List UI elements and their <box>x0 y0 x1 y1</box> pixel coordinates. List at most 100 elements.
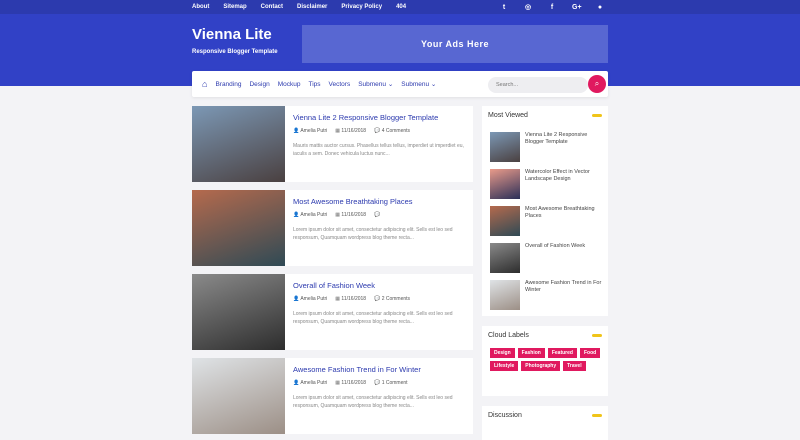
post-author[interactable]: Amelia Putri <box>300 380 327 386</box>
post-meta: 👤 Amelia Putri ▦ 11/16/2018 💬 1 Comment <box>293 380 408 386</box>
label-design[interactable]: Design <box>490 348 515 358</box>
main-menu: ⌂ Branding Design Mockup Tips Vectors Su… <box>202 71 436 97</box>
post-author[interactable]: Amelia Putri <box>300 296 327 302</box>
popular-post-title[interactable]: Awesome Fashion Trend in For Winter <box>525 280 603 310</box>
google-plus-icon[interactable]: G+ <box>572 4 582 11</box>
post-title[interactable]: Vienna Lite 2 Responsive Blogger Templat… <box>293 113 438 122</box>
post-comments[interactable]: 4 Comments <box>382 128 410 134</box>
menu-item-design[interactable]: Design <box>249 81 269 88</box>
post-meta: 👤 Amelia Putri ▦ 11/16/2018 💬 2 Comments <box>293 296 410 302</box>
topnav-404[interactable]: 404 <box>396 4 406 10</box>
topnav-about[interactable]: About <box>192 4 209 10</box>
post-thumbnail[interactable] <box>192 274 285 350</box>
instagram-icon[interactable]: ◎ <box>524 3 532 11</box>
popular-post-thumbnail[interactable] <box>490 169 520 199</box>
post-card: Most Awesome Breathtaking Places 👤 Ameli… <box>192 190 473 266</box>
label-lifestyle[interactable]: Lifestyle <box>490 361 519 371</box>
site-tagline: Responsive Blogger Template <box>192 49 278 55</box>
post-excerpt: Lorem ipsum dolor sit amet, consectetur … <box>293 311 453 325</box>
search-input[interactable] <box>488 77 588 93</box>
popular-post[interactable]: Vienna Lite 2 Responsive Blogger Templat… <box>490 132 603 162</box>
post-excerpt: Lorem ipsum dolor sit amet, consectetur … <box>293 227 453 241</box>
post-thumbnail[interactable] <box>192 358 285 434</box>
home-icon[interactable]: ⌂ <box>202 79 207 89</box>
popular-post-thumbnail[interactable] <box>490 132 520 162</box>
brand: Vienna Lite Responsive Blogger Template <box>192 26 278 55</box>
comment-icon: 💬 2 Comments <box>374 296 411 302</box>
post-meta: 👤 Amelia Putri ▦ 11/16/2018 💬 4 Comments <box>293 128 410 134</box>
post-title[interactable]: Overall of Fashion Week <box>293 281 375 290</box>
popular-post-title[interactable]: Vienna Lite 2 Responsive Blogger Templat… <box>525 132 603 162</box>
discussion-widget: Discussion <box>482 406 608 440</box>
author-icon: 👤 Amelia Putri <box>293 380 328 386</box>
post-card: Awesome Fashion Trend in For Winter 👤 Am… <box>192 358 473 434</box>
label-food[interactable]: Food <box>579 348 601 358</box>
popular-post[interactable]: Overall of Fashion Week <box>490 243 603 273</box>
topnav-disclaimer[interactable]: Disclaimer <box>297 4 327 10</box>
label-fashion[interactable]: Fashion <box>517 348 545 358</box>
popular-post[interactable]: Watercolor Effect in Vector Landscape De… <box>490 169 603 199</box>
post-author[interactable]: Amelia Putri <box>300 128 327 134</box>
calendar-icon: ▦ 11/16/2018 <box>335 128 367 134</box>
calendar-icon: ▦ 11/16/2018 <box>335 212 367 218</box>
post-author[interactable]: Amelia Putri <box>300 212 327 218</box>
cloud-labels-widget: Cloud Labels Design Fashion Featured Foo… <box>482 326 608 396</box>
comment-icon: 💬 4 Comments <box>374 128 411 134</box>
menu-item-mockup[interactable]: Mockup <box>278 81 301 88</box>
widget-accent-bar <box>592 114 602 117</box>
post-card: Vienna Lite 2 Responsive Blogger Templat… <box>192 106 473 182</box>
ad-banner-label: Your Ads Here <box>420 39 489 49</box>
post-title[interactable]: Most Awesome Breathtaking Places <box>293 197 413 206</box>
widget-title: Discussion <box>488 412 522 419</box>
menu-item-submenu[interactable]: Submenu ⌄ <box>401 80 436 88</box>
post-comments[interactable]: 2 Comments <box>382 296 410 302</box>
widget-title: Cloud Labels <box>488 332 529 339</box>
post-meta: 👤 Amelia Putri ▦ 11/16/2018 💬 <box>293 212 380 218</box>
post-title[interactable]: Awesome Fashion Trend in For Winter <box>293 365 421 374</box>
topnav-privacy-policy[interactable]: Privacy Policy <box>341 4 382 10</box>
top-nav: About Sitemap Contact Disclaimer Privacy… <box>192 0 406 14</box>
post-date: 11/16/2018 <box>341 380 367 386</box>
search-button[interactable]: ⌕ <box>588 75 606 93</box>
label-photography[interactable]: Photography <box>521 361 561 371</box>
post-comments[interactable]: 1 Comment <box>382 380 408 386</box>
popular-post-title[interactable]: Most Awesome Breathtaking Places <box>525 206 603 236</box>
topnav-contact[interactable]: Contact <box>261 4 283 10</box>
most-viewed-widget: Most Viewed Vienna Lite 2 Responsive Blo… <box>482 106 608 316</box>
menu-item-branding[interactable]: Branding <box>215 81 241 88</box>
main-menu-bar: ⌂ Branding Design Mockup Tips Vectors Su… <box>192 71 608 97</box>
post-date: 11/16/2018 <box>341 212 367 218</box>
post-excerpt: Mauris mattis auctor cursus. Phasellus t… <box>293 143 464 157</box>
popular-post-thumbnail[interactable] <box>490 280 520 310</box>
post-card: Overall of Fashion Week 👤 Amelia Putri ▦… <box>192 274 473 350</box>
calendar-icon: ▦ 11/16/2018 <box>335 380 367 386</box>
post-thumbnail[interactable] <box>192 106 285 182</box>
popular-post[interactable]: Most Awesome Breathtaking Places <box>490 206 603 236</box>
post-thumbnail[interactable] <box>192 190 285 266</box>
popular-post[interactable]: Awesome Fashion Trend in For Winter <box>490 280 603 310</box>
menu-item-tips[interactable]: Tips <box>308 81 320 88</box>
facebook-icon[interactable]: f <box>548 4 556 11</box>
popular-post-thumbnail[interactable] <box>490 206 520 236</box>
widget-accent-bar <box>592 414 602 417</box>
popular-post-title[interactable]: Watercolor Effect in Vector Landscape De… <box>525 169 603 199</box>
ad-banner[interactable]: Your Ads Here <box>302 25 608 63</box>
author-icon: 👤 Amelia Putri <box>293 212 328 218</box>
label-featured[interactable]: Featured <box>547 348 577 358</box>
post-date: 11/16/2018 <box>341 296 367 302</box>
search-icon: ⌕ <box>594 79 600 88</box>
twitter-icon[interactable]: t <box>500 4 508 11</box>
post-excerpt: Lorem ipsum dolor sit amet, consectetur … <box>293 395 453 409</box>
comment-icon: 💬 <box>374 212 381 218</box>
label-travel[interactable]: Travel <box>563 361 586 371</box>
snapchat-icon[interactable]: ● <box>596 4 604 11</box>
popular-post-title[interactable]: Overall of Fashion Week <box>525 243 603 273</box>
popular-post-thumbnail[interactable] <box>490 243 520 273</box>
menu-item-submenu[interactable]: Submenu ⌄ <box>358 80 393 88</box>
widget-accent-bar <box>592 334 602 337</box>
topnav-sitemap[interactable]: Sitemap <box>223 4 246 10</box>
site-title[interactable]: Vienna Lite <box>192 26 278 43</box>
calendar-icon: ▦ 11/16/2018 <box>335 296 367 302</box>
widget-title: Most Viewed <box>488 112 528 119</box>
menu-item-vectors[interactable]: Vectors <box>329 81 351 88</box>
